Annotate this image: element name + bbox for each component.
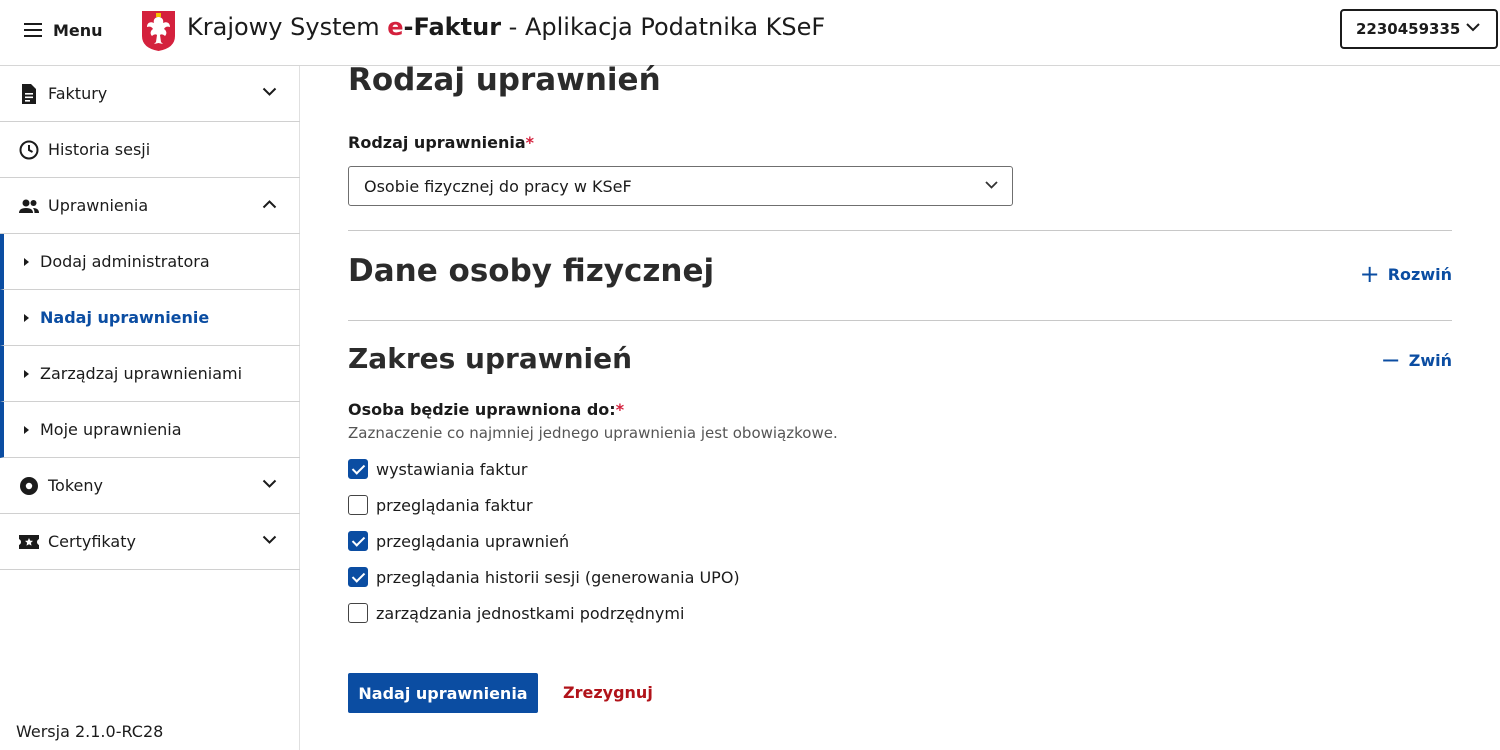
- permission-label: przeglądania historii sesji (generowania…: [376, 567, 740, 587]
- sidebar-subitem-label: Zarządzaj uprawnieniami: [40, 364, 243, 383]
- type-field-label: Rodzaj uprawnienia*: [348, 133, 534, 152]
- sidebar-item-label: Certyfikaty: [48, 532, 136, 551]
- sidebar-subitem-label: Moje uprawnienia: [40, 420, 182, 439]
- type-label-text: Rodzaj uprawnienia: [348, 133, 526, 152]
- section-title-zakres-uprawnien: Zakres uprawnień: [348, 342, 633, 375]
- chevron-up-icon: [262, 200, 277, 209]
- permission-label: przeglądania faktur: [376, 495, 533, 515]
- nip-value: 2230459335: [1356, 20, 1461, 38]
- cancel-link[interactable]: Zrezygnuj: [563, 683, 653, 702]
- document-icon: [22, 84, 36, 104]
- title-dash: -: [403, 13, 414, 41]
- menu-button[interactable]: Menu: [24, 18, 103, 42]
- app-title: Krajowy System e-Faktur - Aplikacja Poda…: [187, 13, 825, 41]
- permission-checkbox-row[interactable]: wystawiania faktur: [348, 457, 527, 481]
- sidebar-item-uprawnienia[interactable]: Uprawnienia: [0, 178, 300, 234]
- sidebar-item-tokeny[interactable]: Tokeny: [0, 458, 300, 514]
- sidebar: Faktury Historia sesji Uprawnienia Dodaj…: [0, 66, 300, 750]
- checkbox[interactable]: [348, 531, 368, 551]
- title-prefix: Krajowy System: [187, 13, 388, 41]
- collapse-label: Zwiń: [1408, 350, 1452, 370]
- certificate-icon: [19, 535, 39, 549]
- sidebar-item-label: Faktury: [48, 84, 108, 103]
- sidebar-subitem-moje-uprawnienia[interactable]: Moje uprawnienia: [0, 402, 300, 458]
- sidebar-subitem-nadaj-uprawnienie[interactable]: Nadaj uprawnienie: [0, 290, 300, 346]
- chevron-down-icon: [985, 181, 998, 189]
- plus-icon: +: [1359, 260, 1380, 288]
- permission-checkbox-row[interactable]: zarządzania jednostkami podrzędnymi: [348, 601, 684, 625]
- permission-checkbox-row[interactable]: przeglądania uprawnień: [348, 529, 569, 553]
- people-icon: [19, 199, 39, 213]
- disc-icon: [20, 477, 38, 495]
- checkbox[interactable]: [348, 459, 368, 479]
- permission-checkbox-row[interactable]: przeglądania faktur: [348, 493, 533, 517]
- checkbox[interactable]: [348, 495, 368, 515]
- sidebar-item-historia-sesji[interactable]: Historia sesji: [0, 122, 300, 178]
- expand-link[interactable]: + Rozwiń: [1360, 262, 1452, 286]
- chevron-down-icon: [262, 87, 277, 96]
- permission-type-select[interactable]: Osobie fizycznej do pracy w KSeF: [348, 166, 1013, 206]
- title-faktur: Faktur: [413, 13, 502, 41]
- section-title-dane-osoby: Dane osoby fizycznej: [348, 253, 715, 289]
- main-content: Rodzaj uprawnień Rodzaj uprawnienia* Oso…: [348, 62, 1452, 750]
- title-e: e: [387, 13, 404, 41]
- scope-field-label: Osoba będzie uprawniona do:*: [348, 400, 624, 419]
- nip-context-select[interactable]: 2230459335: [1340, 9, 1498, 49]
- section-title-rodzaj-uprawnien: Rodzaj uprawnień: [348, 62, 661, 98]
- checkbox[interactable]: [348, 603, 368, 623]
- bullet-triangle-icon: [24, 426, 29, 434]
- sidebar-subitem-dodaj-administratora[interactable]: Dodaj administratora: [0, 234, 300, 290]
- bullet-triangle-icon: [24, 258, 29, 266]
- required-mark: *: [525, 133, 535, 152]
- bullet-triangle-icon: [24, 314, 29, 322]
- hamburger-icon: [24, 23, 42, 37]
- title-suffix: - Aplikacja Podatnika KSeF: [501, 13, 826, 41]
- section-divider: [348, 230, 1452, 231]
- polish-emblem-icon: [142, 11, 175, 51]
- menu-label: Menu: [53, 20, 103, 40]
- chevron-down-icon: [262, 479, 277, 488]
- permission-label: wystawiania faktur: [376, 459, 528, 479]
- sidebar-item-label: Historia sesji: [48, 140, 151, 159]
- sidebar-subitem-zarzadzaj-uprawnieniami[interactable]: Zarządzaj uprawnieniami: [0, 346, 300, 402]
- permission-label: zarządzania jednostkami podrzędnymi: [376, 603, 685, 623]
- permission-type-value: Osobie fizycznej do pracy w KSeF: [364, 176, 632, 196]
- permission-label: przeglądania uprawnień: [376, 531, 570, 551]
- sidebar-item-label: Uprawnienia: [48, 196, 149, 215]
- sidebar-subitem-label: Nadaj uprawnienie: [40, 308, 210, 327]
- clock-icon: [19, 140, 39, 160]
- sidebar-item-faktury[interactable]: Faktury: [0, 66, 300, 122]
- permission-checkbox-row[interactable]: przeglądania historii sesji (generowania…: [348, 565, 740, 589]
- sidebar-subitem-label: Dodaj administratora: [40, 252, 210, 271]
- app-version: Wersja 2.1.0-RC28: [16, 722, 164, 741]
- scope-label-text: Osoba będzie uprawniona do:: [348, 400, 616, 419]
- top-header: Menu Krajowy System e-Faktur - Aplikacja…: [0, 0, 1500, 66]
- collapse-link[interactable]: − Zwiń: [1381, 348, 1452, 372]
- chevron-down-icon: [262, 535, 277, 544]
- expand-label: Rozwiń: [1387, 264, 1452, 284]
- scope-hint: Zaznaczenie co najmniej jednego uprawnie…: [348, 424, 838, 442]
- submit-button[interactable]: Nadaj uprawnienia: [348, 673, 538, 713]
- sidebar-item-label: Tokeny: [48, 476, 103, 495]
- chevron-down-icon: [1466, 23, 1480, 32]
- required-mark: *: [615, 400, 625, 419]
- sidebar-item-certyfikaty[interactable]: Certyfikaty: [0, 514, 300, 570]
- bullet-triangle-icon: [24, 370, 29, 378]
- section-divider: [348, 320, 1452, 321]
- minus-icon: −: [1380, 346, 1401, 374]
- checkbox[interactable]: [348, 567, 368, 587]
